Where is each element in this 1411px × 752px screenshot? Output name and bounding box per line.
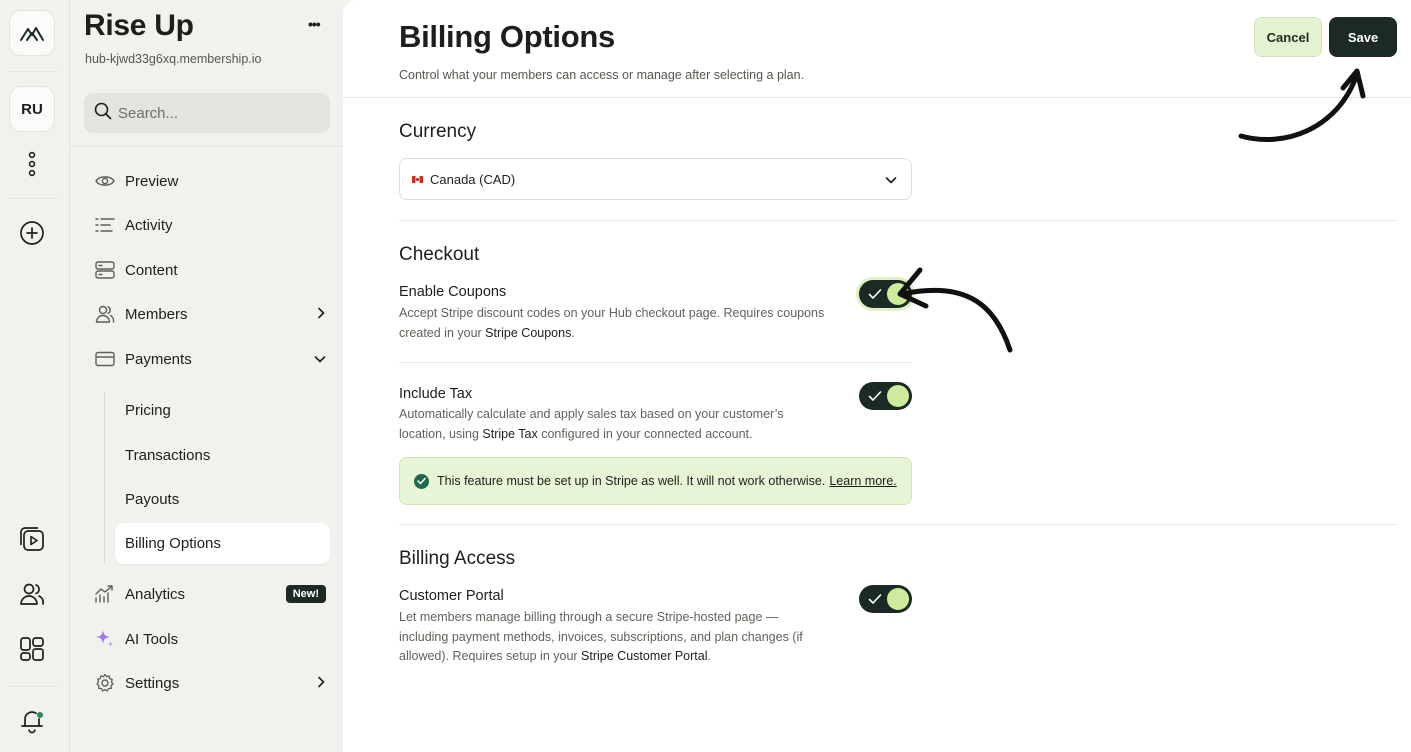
- nav-item-payouts[interactable]: Payouts: [125, 491, 179, 508]
- search-box[interactable]: [84, 93, 330, 133]
- chevron-right-icon: [316, 306, 326, 323]
- stripe-tax-link[interactable]: Stripe Tax: [482, 427, 537, 441]
- check-icon: [868, 389, 882, 407]
- hub-url: hub-kjwd33g6xq.membership.io: [85, 52, 262, 66]
- sidebar-divider: [70, 146, 343, 147]
- notification-bell-icon[interactable]: [17, 706, 47, 736]
- toggle-knob: [887, 588, 909, 610]
- enable-coupons-description: Accept Stripe discount codes on your Hub…: [399, 306, 825, 340]
- rail-divider: [10, 71, 58, 72]
- nav-label: Analytics: [125, 585, 186, 603]
- hub-name: Rise Up: [84, 9, 194, 42]
- nav-label: AI Tools: [125, 630, 179, 648]
- more-options-icon[interactable]: •••: [308, 16, 321, 32]
- toggle-knob: [887, 283, 909, 305]
- rail-divider: [10, 198, 58, 199]
- analytics-chart-icon: [94, 583, 116, 605]
- page-title: Billing Options: [399, 19, 615, 54]
- nav-item-settings[interactable]: Settings: [94, 667, 326, 699]
- nav-item-ai-tools[interactable]: AI Tools: [94, 623, 326, 655]
- search-icon: [94, 102, 112, 125]
- nav-item-preview[interactable]: Preview: [94, 165, 326, 197]
- chevron-right-icon: [316, 675, 326, 692]
- arrow-to-save-icon: [1238, 68, 1366, 142]
- arrow-to-coupons-toggle-icon: [897, 267, 1013, 353]
- nav-item-billing-options[interactable]: Billing Options: [115, 523, 330, 564]
- cancel-button[interactable]: Cancel: [1254, 17, 1322, 57]
- enable-coupons-toggle[interactable]: [859, 280, 912, 308]
- checkout-heading: Checkout: [399, 244, 480, 265]
- hub-avatar[interactable]: RU: [9, 86, 55, 132]
- new-badge: New!: [285, 585, 326, 603]
- sidebar: Rise Up ••• hub-kjwd33g6xq.membership.io…: [70, 0, 343, 752]
- nav-item-transactions[interactable]: Transactions: [125, 447, 210, 464]
- video-library-icon[interactable]: [17, 524, 47, 554]
- activity-list-icon: [94, 214, 116, 236]
- include-tax-toggle[interactable]: [859, 382, 912, 410]
- vertical-dots-icon[interactable]: [17, 149, 47, 179]
- nav-item-content[interactable]: Content: [94, 254, 326, 286]
- billing-access-heading: Billing Access: [399, 548, 516, 569]
- nav-label: Activity: [125, 216, 173, 234]
- section-divider: [399, 524, 1397, 525]
- save-button[interactable]: Save: [1329, 17, 1397, 57]
- canada-flag-icon: [412, 175, 423, 183]
- toggle-knob: [887, 385, 909, 407]
- members-icon: [94, 303, 116, 325]
- nav-item-pricing[interactable]: Pricing: [125, 402, 171, 419]
- include-tax-description: Automatically calculate and apply sales …: [399, 407, 784, 441]
- search-input[interactable]: [118, 104, 318, 122]
- currency-heading: Currency: [399, 121, 477, 142]
- page-subtitle: Control what your members can access or …: [399, 68, 805, 82]
- notice-text: This feature must be set up in Stripe as…: [437, 474, 826, 488]
- nav-label: Content: [125, 261, 178, 279]
- customer-portal-toggle[interactable]: [859, 585, 912, 613]
- submenu-line: [104, 391, 105, 564]
- nav-item-activity[interactable]: Activity: [94, 209, 326, 241]
- customer-portal-description: Let members manage billing through a sec…: [399, 610, 803, 663]
- currency-select[interactable]: Canada (CAD): [399, 158, 912, 200]
- section-divider: [399, 220, 1397, 221]
- credit-card-icon: [94, 348, 116, 370]
- gear-icon: [94, 672, 116, 694]
- rail-divider: [10, 686, 58, 687]
- add-circle-icon[interactable]: [17, 218, 47, 248]
- apps-grid-icon[interactable]: [17, 634, 47, 664]
- stripe-setup-notice: This feature must be set up in Stripe as…: [399, 457, 912, 505]
- check-icon: [868, 287, 882, 305]
- check-circle-icon: [414, 473, 429, 489]
- nav-label: Payments: [125, 350, 192, 368]
- nav-item-members[interactable]: Members: [94, 298, 326, 330]
- stripe-customer-portal-link[interactable]: Stripe Customer Portal: [581, 649, 707, 663]
- enable-coupons-title: Enable Coupons: [399, 284, 507, 300]
- main-panel: Billing Options Control what your member…: [343, 0, 1411, 752]
- content-stack-icon: [94, 259, 116, 281]
- chevron-down-icon: [885, 173, 897, 188]
- learn-more-link[interactable]: Learn more.: [829, 474, 896, 488]
- nav-item-payments[interactable]: Payments: [94, 343, 326, 375]
- currency-value: Canada (CAD): [430, 171, 516, 187]
- users-icon[interactable]: [17, 579, 47, 609]
- customer-portal-title: Customer Portal: [399, 588, 504, 604]
- icon-rail: RU: [0, 0, 70, 752]
- eye-icon: [94, 170, 116, 192]
- nav-label: Settings: [125, 674, 180, 692]
- nav-label: Members: [125, 305, 188, 323]
- header-divider: [343, 97, 1411, 98]
- row-divider: [399, 362, 912, 363]
- sparkle-icon: [94, 628, 116, 650]
- chevron-down-icon: [314, 351, 326, 368]
- include-tax-title: Include Tax: [399, 386, 473, 402]
- nav-item-analytics[interactable]: Analytics New!: [94, 578, 326, 610]
- mountain-logo-icon[interactable]: [9, 10, 55, 56]
- check-icon: [868, 592, 882, 610]
- stripe-coupons-link[interactable]: Stripe Coupons: [485, 326, 571, 340]
- nav-label: Preview: [125, 172, 179, 190]
